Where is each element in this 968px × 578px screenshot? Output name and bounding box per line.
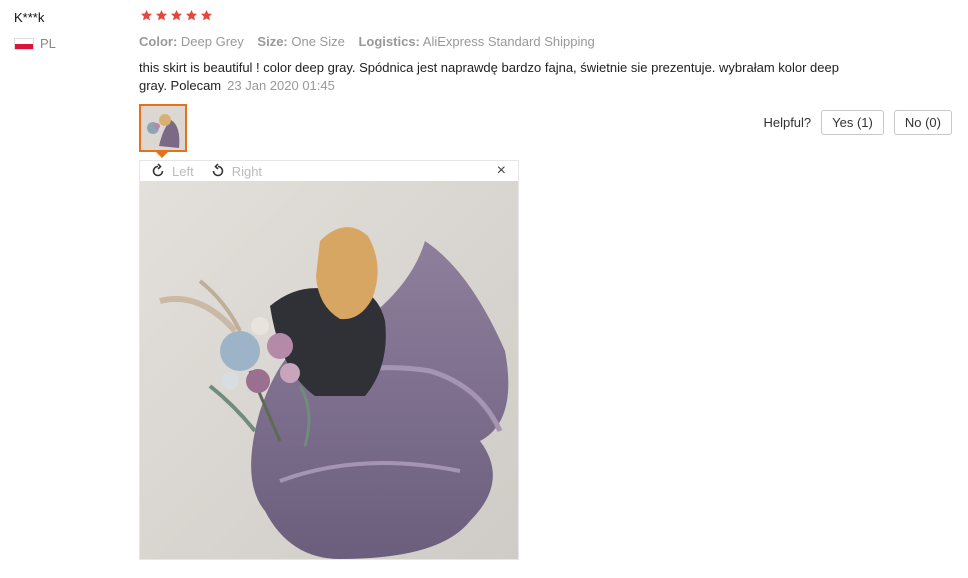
star-icon xyxy=(200,9,213,21)
review-date: 23 Jan 2020 01:45 xyxy=(227,78,335,93)
review-photo-large xyxy=(140,181,518,559)
star-icon xyxy=(140,9,153,21)
logistics-key: Logistics: xyxy=(358,34,420,49)
poland-flag-icon xyxy=(14,37,34,50)
star-icon xyxy=(170,9,183,21)
rotate-left-label[interactable]: Left xyxy=(172,164,194,179)
helpful-vote: Helpful? Yes (1) No (0) xyxy=(763,110,952,135)
logistics-value: AliExpress Standard Shipping xyxy=(422,34,595,49)
review-photo-image xyxy=(140,181,518,559)
order-attributes: Color: Deep Grey Size: One Size Logistic… xyxy=(139,34,605,49)
close-icon[interactable]: × xyxy=(497,162,506,180)
star-icon xyxy=(185,9,198,21)
photo-viewer: Left Right × xyxy=(139,160,519,560)
viewer-toolbar: Left Right × xyxy=(140,161,518,181)
color-key: Color: xyxy=(139,34,178,49)
country-code: PL xyxy=(40,36,56,51)
thumbnail-pointer xyxy=(156,152,168,158)
star-icon xyxy=(155,9,168,21)
rotate-right-icon[interactable] xyxy=(210,163,226,179)
reviewer-country: PL xyxy=(14,36,56,51)
review-photo-thumbnail[interactable] xyxy=(139,104,187,152)
rotate-left-icon[interactable] xyxy=(150,163,166,179)
thumbnail-image xyxy=(141,106,185,150)
helpful-yes-button[interactable]: Yes (1) xyxy=(821,110,884,135)
review-body: this skirt is beautiful ! color deep gra… xyxy=(139,59,859,95)
rating-stars xyxy=(140,9,213,22)
helpful-label: Helpful? xyxy=(763,115,812,130)
rotate-right-label[interactable]: Right xyxy=(232,164,262,179)
reviewer-name: K***k xyxy=(14,10,45,25)
color-value: Deep Grey xyxy=(180,34,244,49)
size-value: One Size xyxy=(291,34,345,49)
size-key: Size: xyxy=(257,34,288,49)
helpful-no-button[interactable]: No (0) xyxy=(893,110,952,135)
